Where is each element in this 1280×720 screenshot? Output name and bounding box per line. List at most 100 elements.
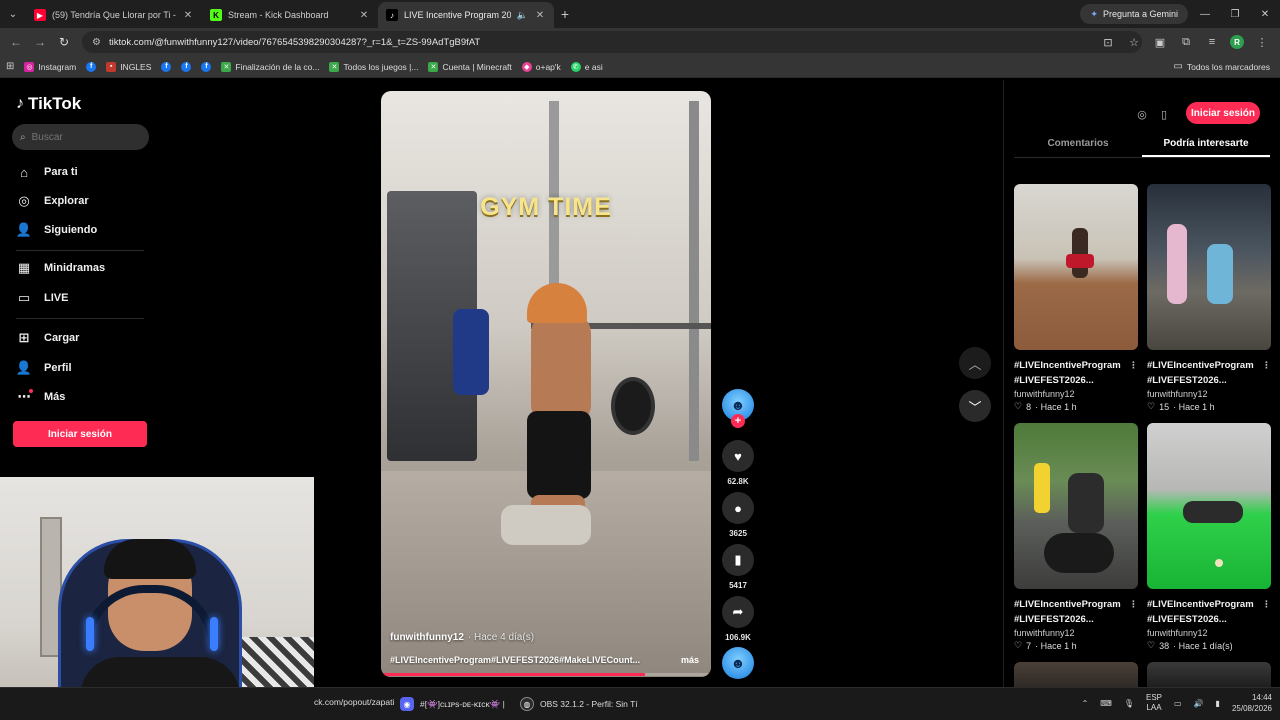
nav-cargar[interactable]: ⊞ Cargar xyxy=(16,330,80,346)
taskbar-discord[interactable]: ◉ #[👾]ᴄʟɪᴘs-ᴅᴇ-ᴋɪᴄᴋ👾 | xyxy=(400,697,505,711)
search-input[interactable] xyxy=(31,131,132,143)
nav-perfil[interactable]: 👤 Perfil xyxy=(16,360,72,376)
site-info-icon[interactable]: ⚙ xyxy=(92,37,101,48)
new-tab-button[interactable]: + xyxy=(554,6,576,22)
card-more-icon[interactable]: ⋮ xyxy=(1262,597,1271,612)
video-thumbnail[interactable] xyxy=(1014,184,1138,350)
wallet-icon[interactable]: ▣ xyxy=(1152,32,1168,52)
network-icon[interactable]: ▭ xyxy=(1174,699,1182,708)
sound-avatar[interactable]: ☻ xyxy=(722,647,754,679)
recommended-video-card[interactable]: #LIVEIncentiveProgram #LIVEFEST2026... ⋮ f… xyxy=(1014,184,1138,412)
bookmark-icon[interactable]: ▮ xyxy=(722,544,754,576)
card-more-icon[interactable]: ⋮ xyxy=(1129,358,1138,373)
bookmark-star-icon[interactable]: ☆ xyxy=(1126,32,1142,52)
heart-icon[interactable]: ♥ xyxy=(722,440,754,472)
bookmark-oapk[interactable]: ◆ o+ap'k xyxy=(521,61,561,72)
next-video-button[interactable]: ﹀ xyxy=(959,390,991,422)
kebab-menu-icon[interactable]: ⋮ xyxy=(1254,32,1270,52)
nav-live[interactable]: ▭ LIVE xyxy=(16,290,69,306)
back-icon[interactable]: ← xyxy=(4,30,28,54)
microphone-icon[interactable]: 🎙 xyxy=(1124,699,1134,708)
video-author[interactable]: funwithfunny12 · Hace 4 día(s) xyxy=(390,632,534,643)
card-more-icon[interactable]: ⋮ xyxy=(1129,597,1138,612)
all-bookmarks-folder[interactable]: ▭ Todos los marcadores xyxy=(1173,61,1270,72)
tab-youtube[interactable]: ▶ (59) Tendría Que Llorar por Ti - ✕ xyxy=(26,2,202,28)
share-action[interactable]: ➦ 106.9K xyxy=(722,596,754,642)
bookmark-todos-juegos[interactable]: ✕ Todos los juegos |... xyxy=(329,61,418,72)
tab-close-icon[interactable]: ✕ xyxy=(182,10,194,21)
share-icon[interactable]: ➦ xyxy=(722,596,754,628)
media-control-icon[interactable]: ≡ xyxy=(1204,32,1220,52)
bookmark-facebook-1[interactable]: f xyxy=(86,61,97,72)
taskbar-browser-window[interactable]: ck.com/popout/zapati xyxy=(314,697,394,707)
caption-more-link[interactable]: más xyxy=(681,655,699,665)
nav-mas[interactable]: ⋯ Más xyxy=(16,389,66,405)
bookmark-instagram[interactable]: ◎ Instagram xyxy=(24,61,76,72)
minimize-icon[interactable]: — xyxy=(1190,0,1220,28)
follow-plus-icon[interactable]: + xyxy=(731,414,745,428)
battery-icon[interactable]: ▮ xyxy=(1216,699,1220,708)
taskbar-obs[interactable]: ◍ OBS 32.1.2 - Perfil: Sin Tí xyxy=(520,697,638,711)
video-player[interactable]: GYM TIME funwithfunny12 · Hace 4 día(s) #… xyxy=(381,91,711,677)
video-thumbnail-partial[interactable] xyxy=(1014,662,1138,687)
card-author[interactable]: funwithfunny12 xyxy=(1147,628,1271,638)
comment-icon[interactable]: ● xyxy=(722,492,754,524)
header-login-button[interactable]: Iniciar sesión xyxy=(1186,102,1260,124)
nav-minidramas[interactable]: ▦ Minidramas xyxy=(16,260,105,276)
recommended-video-card[interactable]: #LIVEIncentiveProgram #LIVEFEST2026... ⋮ f… xyxy=(1014,423,1138,651)
install-app-icon[interactable]: ⊡ xyxy=(1100,32,1116,52)
login-button[interactable]: Iniciar sesión xyxy=(13,421,147,447)
comment-action[interactable]: ● 3625 xyxy=(722,492,754,538)
video-progress-bar[interactable] xyxy=(381,673,711,676)
card-author[interactable]: funwithfunny12 xyxy=(1014,628,1138,638)
apps-grid-icon[interactable]: ⊞ xyxy=(6,61,14,72)
reload-icon[interactable]: ↻ xyxy=(52,30,76,54)
nav-para-ti[interactable]: ⌂ Para ti xyxy=(16,164,78,180)
close-window-icon[interactable]: ✕ xyxy=(1250,0,1280,28)
nav-explorar[interactable]: ◎ Explorar xyxy=(16,193,88,209)
show-hidden-icons-icon[interactable]: ⌃ xyxy=(1082,699,1089,708)
recommended-video-card[interactable]: #LIVEIncentiveProgram #LIVEFEST2026... ⋮ f… xyxy=(1147,184,1271,412)
tiktok-logo[interactable]: ♪ TikTok xyxy=(16,94,81,114)
tab-search-chevron-icon[interactable]: ⌄ xyxy=(0,0,26,28)
bookmark-finalizacion[interactable]: ✕ Finalización de la co... xyxy=(221,61,319,72)
bookmark-minecraft[interactable]: ✕ Cuenta | Minecraft xyxy=(428,61,512,72)
previous-video-button[interactable]: ︿ xyxy=(959,347,991,379)
speaker-icon[interactable]: 🔈 xyxy=(517,10,528,21)
tab-close-icon[interactable]: ✕ xyxy=(358,10,370,21)
address-bar[interactable]: ⚙ tiktok.com/@funwithfunny127/video/7676… xyxy=(82,31,1142,53)
like-action[interactable]: ♥ 62.8K xyxy=(722,440,754,486)
compass-icon[interactable]: ◎ xyxy=(1132,104,1152,124)
card-more-icon[interactable]: ⋮ xyxy=(1262,358,1271,373)
device-icon[interactable]: ▯ xyxy=(1154,104,1174,124)
language-indicator[interactable]: ESP LAA xyxy=(1146,693,1162,713)
tab-tiktok[interactable]: ♪ LIVE Incentive Program 2026 🔈 ✕ xyxy=(378,2,554,28)
tab-podria-interesarte[interactable]: Podría interesarte xyxy=(1142,132,1270,157)
video-thumbnail-partial[interactable] xyxy=(1147,662,1271,687)
video-thumbnail[interactable] xyxy=(1014,423,1138,589)
bookmark-facebook-3[interactable]: f xyxy=(181,61,192,72)
volume-icon[interactable]: 🔊 xyxy=(1194,699,1204,708)
tab-close-icon[interactable]: ✕ xyxy=(534,10,546,21)
clock[interactable]: 14:44 25/08/2026 xyxy=(1232,692,1272,714)
bookmark-facebook-2[interactable]: f xyxy=(161,61,172,72)
tab-kick[interactable]: K Stream - Kick Dashboard ✕ xyxy=(202,2,378,28)
save-action[interactable]: ▮ 5417 xyxy=(722,544,754,590)
bookmark-e-asi[interactable]: ✆ e asi xyxy=(570,61,603,72)
nav-siguiendo[interactable]: 👤 Siguiendo xyxy=(16,222,97,238)
extensions-icon[interactable]: ⧉ xyxy=(1178,32,1194,52)
profile-avatar[interactable]: R xyxy=(1230,35,1244,49)
bookmark-facebook-4[interactable]: f xyxy=(201,61,212,72)
keyboard-icon[interactable]: ⌨ xyxy=(1100,699,1112,708)
card-author[interactable]: funwithfunny12 xyxy=(1147,389,1271,399)
tab-comentarios[interactable]: Comentarios xyxy=(1014,132,1142,157)
search-box[interactable]: ⌕ xyxy=(12,124,149,150)
card-author[interactable]: funwithfunny12 xyxy=(1014,389,1138,399)
recommended-video-card[interactable]: #LIVEIncentiveProgram #LIVEFEST2026... ⋮ f… xyxy=(1147,423,1271,651)
video-thumbnail[interactable] xyxy=(1147,423,1271,589)
gemini-button[interactable]: ✦ Pregunta a Gemini xyxy=(1080,4,1188,24)
restore-icon[interactable]: ❐ xyxy=(1220,0,1250,28)
video-thumbnail[interactable] xyxy=(1147,184,1271,350)
bookmark-ingles[interactable]: ▪ INGLES xyxy=(106,61,151,72)
forward-icon[interactable]: → xyxy=(28,30,52,54)
